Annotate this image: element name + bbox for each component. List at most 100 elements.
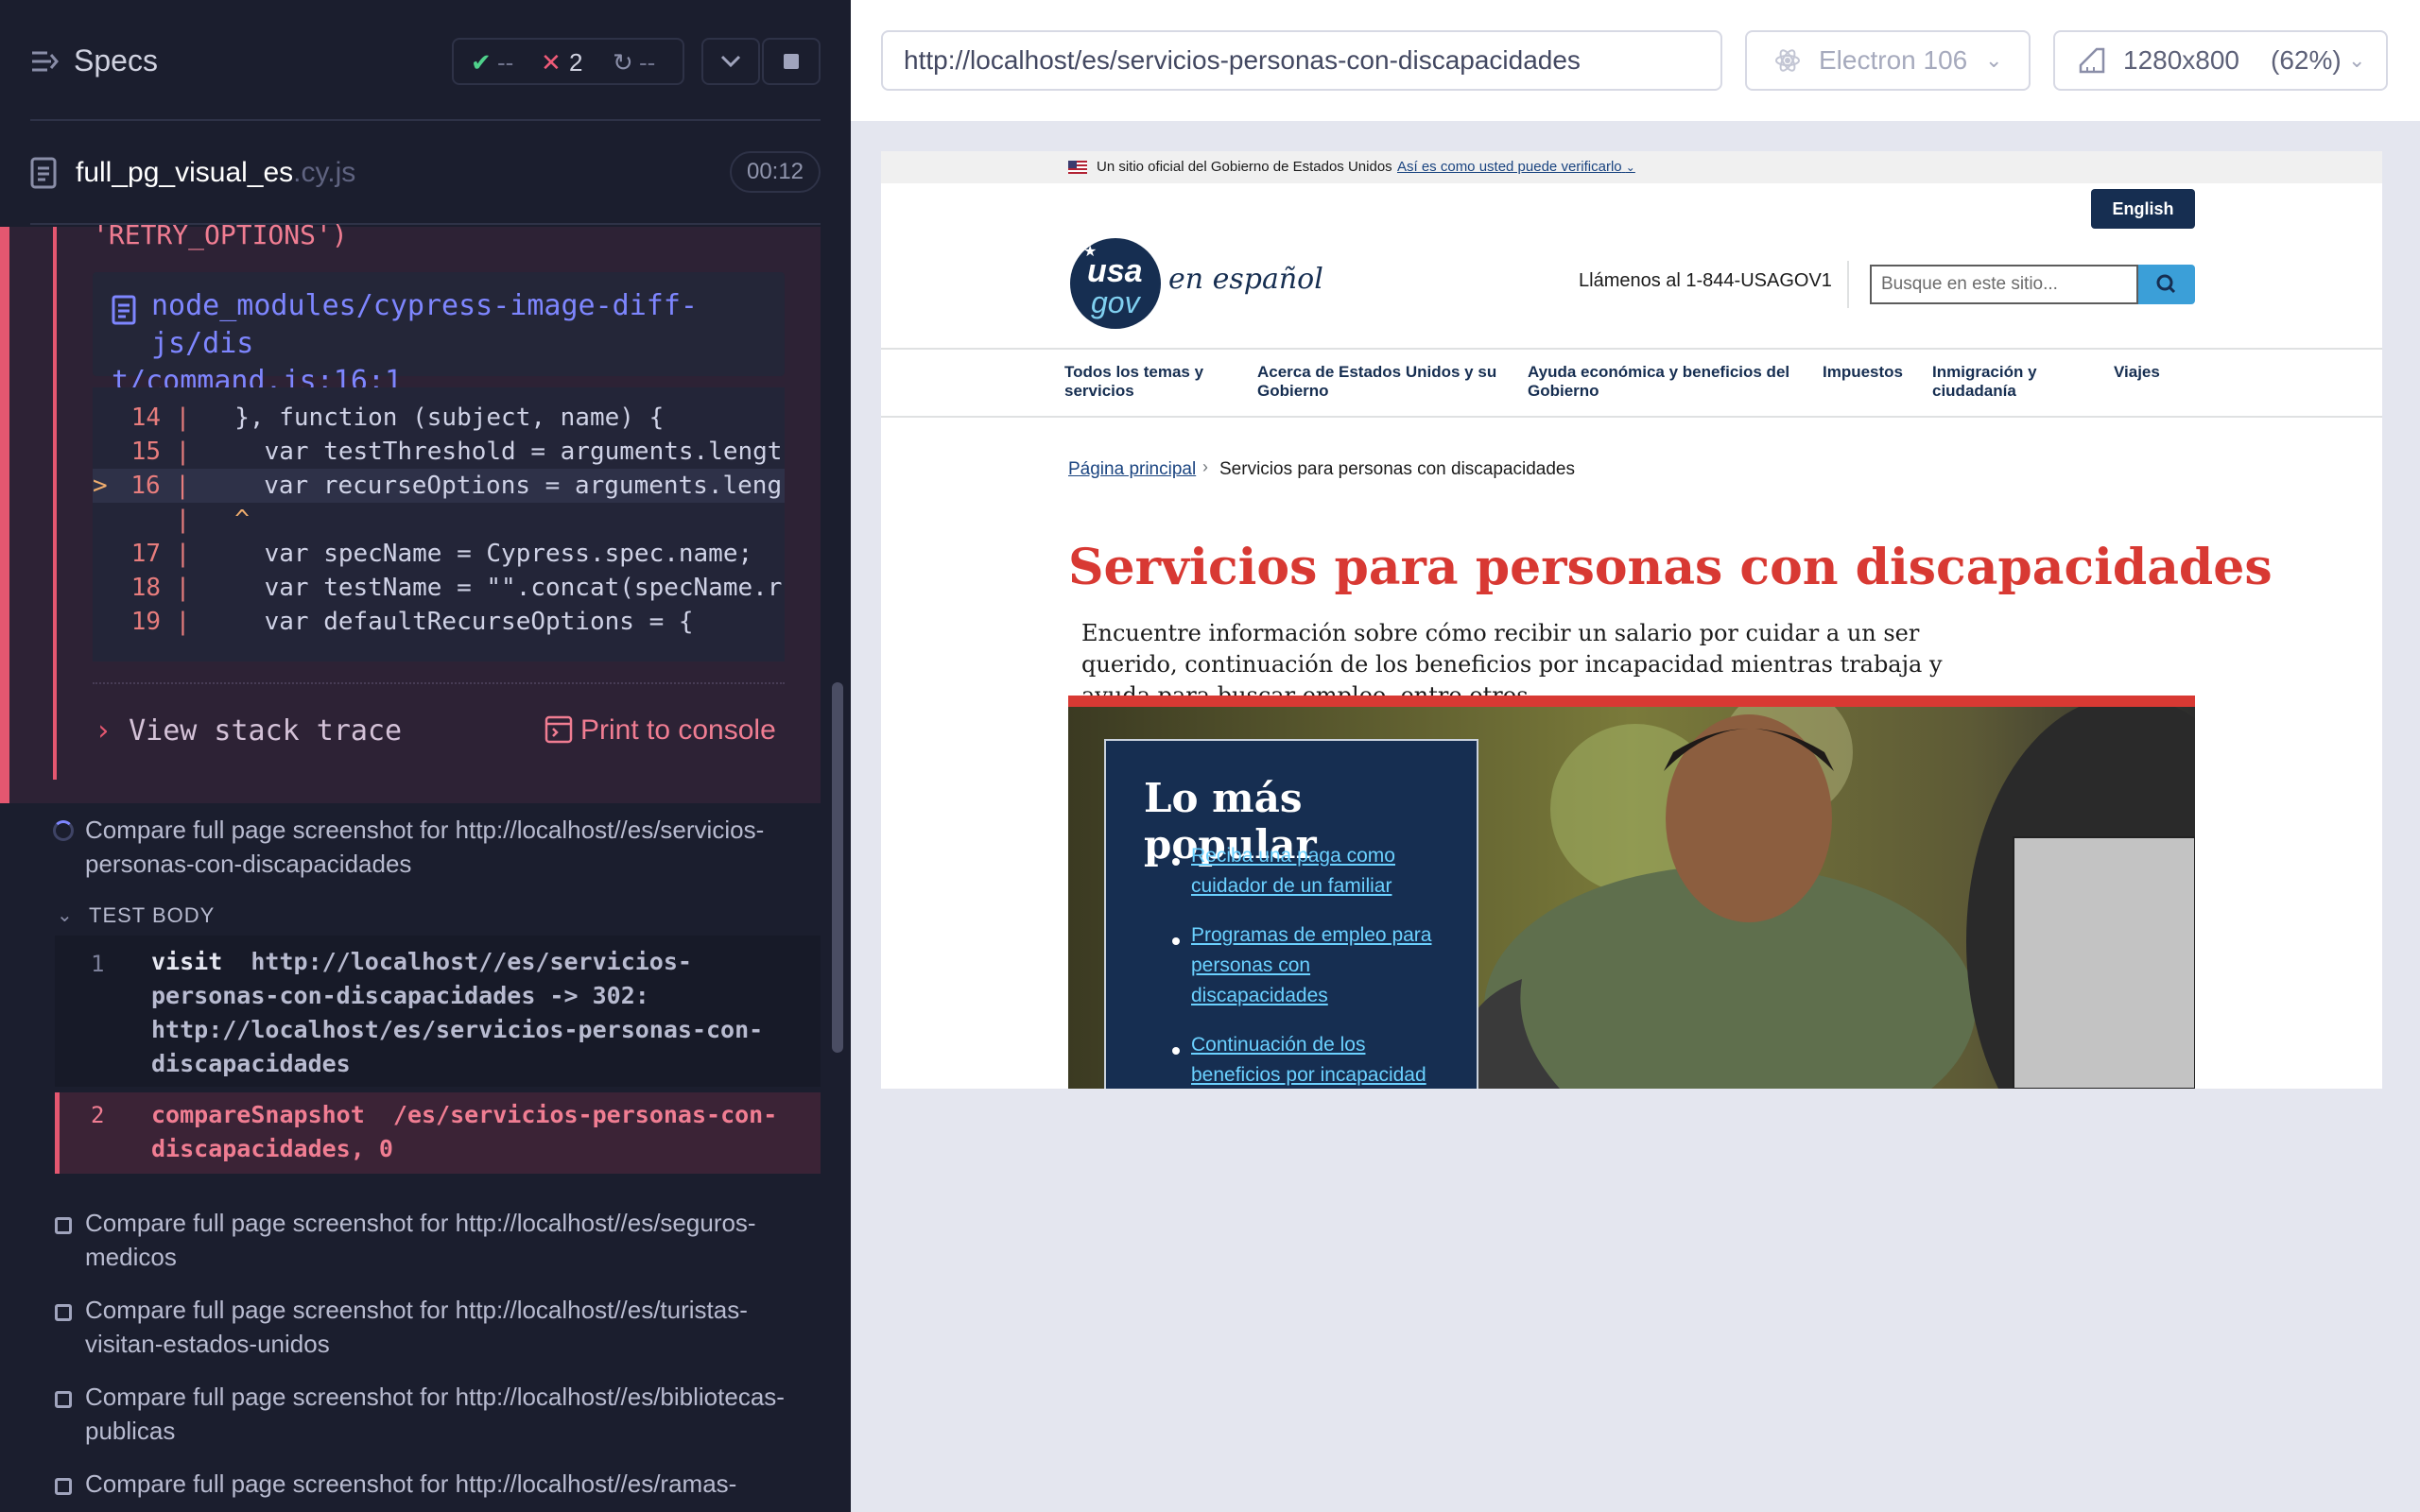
pending-test-icon <box>55 1478 72 1495</box>
chevron-down-icon: ⌄ <box>1985 48 2003 72</box>
popular-link[interactable]: Continuación de los beneficios por incapa… <box>1191 1030 1456 1089</box>
page-intro: Encuentre información sobre cómo recibir… <box>1081 620 1943 696</box>
pending-icon: ↻ <box>613 48 633 77</box>
browser-selector[interactable]: Electron 106 ⌄ <box>1745 30 2031 91</box>
failed-icon: ✕ <box>541 48 562 77</box>
command-number: 2 <box>91 1102 105 1128</box>
failed-count: 2 <box>569 48 583 77</box>
command-name: visit <box>151 948 223 975</box>
file-path-line: node_modules/cypress-image-diff-js/dis <box>151 289 698 360</box>
chevron-down-icon: ⌄ <box>2348 48 2366 72</box>
document-icon <box>30 157 57 189</box>
print-to-console-button[interactable]: Print to console <box>544 714 776 747</box>
specs-label[interactable]: Specs <box>74 43 158 78</box>
divider <box>93 682 785 684</box>
hero-section: Lo más popular Reciba una paga como cuida… <box>1068 696 2195 1089</box>
passed-icon: ✔ <box>471 48 492 77</box>
test-body-label[interactable]: TEST BODY <box>89 903 215 928</box>
specs-list-icon[interactable] <box>30 47 59 76</box>
bullet <box>1172 1047 1180 1055</box>
test-title-pending[interactable]: Compare full page screenshot for http://… <box>85 1380 822 1448</box>
divider <box>1847 261 1849 308</box>
code-line: 18 | var testName = "".concat(specName.r <box>130 574 783 602</box>
failed-test-indicator <box>0 227 9 803</box>
nav-item-inmigracion[interactable]: Inmigración y ciudadanía <box>1932 363 2037 401</box>
gov-banner-link[interactable]: Así es como usted puede verificarlo ⌄ <box>1397 159 1635 175</box>
test-stats: ✔ -- ✕ 2 ↻ -- <box>452 38 684 85</box>
chevron-right-icon: › <box>95 714 112 747</box>
test-title-pending[interactable]: Compare full page screenshot for http://… <box>85 1293 822 1361</box>
code-line: 14 | }, function (subject, name) { <box>130 404 665 432</box>
breadcrumb-home[interactable]: Página principal <box>1068 459 1196 480</box>
pending-test-icon <box>55 1391 72 1408</box>
viewport-scale: (62%) <box>2271 45 2342 75</box>
search-input[interactable]: Busque en este sitio... <box>1870 265 2138 304</box>
command-text: compareSnapshot /es/servicios-personas-c… <box>151 1098 804 1166</box>
chevron-right-icon: › <box>1202 457 1208 476</box>
code-line-caret: | ^ <box>161 506 250 534</box>
bullet <box>1172 937 1180 945</box>
breadcrumb-current: Servicios para personas con discapacidad… <box>1219 459 1575 479</box>
test-title-running[interactable]: Compare full page screenshot for http://… <box>85 813 822 881</box>
viewport-size: 1280x800 <box>2123 45 2240 75</box>
search-button[interactable] <box>2138 265 2195 304</box>
code-line: 17 | var specName = Cypress.spec.name; <box>130 540 753 568</box>
stop-icon <box>784 54 799 69</box>
viewport-selector[interactable]: 1280x800 (62%) ⌄ <box>2053 30 2388 91</box>
bullet <box>1172 858 1180 866</box>
popular-link[interactable]: Reciba una paga como cuidador de un famil… <box>1191 841 1456 902</box>
star-icon: ★ <box>1083 244 1098 260</box>
failed-command-indicator <box>55 1092 60 1174</box>
code-frame-file-path[interactable]: node_modules/cypress-image-diff-js/dis t/… <box>112 287 764 401</box>
language-toggle-button[interactable]: English <box>2091 189 2195 229</box>
command-text: visit http://localhost//es/servicios-per… <box>151 945 804 1081</box>
phone-number[interactable]: Llámenos al 1-844-USAGOV1 <box>1579 270 1832 292</box>
passed-count: -- <box>497 48 514 77</box>
chevron-down-icon[interactable]: ⌄ <box>57 903 73 927</box>
logo-tagline: en español <box>1168 263 1323 296</box>
spec-file-name[interactable]: full_pg_visual_es.cy.js <box>76 157 355 189</box>
url-bar[interactable]: http://localhost/es/servicios-personas-c… <box>881 30 1722 91</box>
divider <box>881 416 2382 418</box>
stop-button[interactable] <box>762 38 821 85</box>
nav-item-impuestos[interactable]: Impuestos <box>1823 363 1903 382</box>
gov-banner-text: Un sitio oficial del Gobierno de Estados… <box>1097 159 1392 175</box>
logo-gov-text: gov <box>1091 285 1140 319</box>
spec-file-ext: .cy.js <box>293 157 356 188</box>
code-line: 19 | var defaultRecurseOptions = { <box>130 608 694 636</box>
scrollbar[interactable] <box>832 682 843 1053</box>
nav-item-temas[interactable]: Todos los temas y servicios <box>1064 363 1203 401</box>
most-popular-card: Lo más popular Reciba una paga como cuida… <box>1104 739 1478 1089</box>
nav-item-acerca[interactable]: Acerca de Estados Unidos y su Gobierno <box>1257 363 1496 401</box>
error-border <box>53 227 57 780</box>
terminal-icon <box>544 715 573 744</box>
spec-duration: 00:12 <box>730 151 821 193</box>
nav-item-viajes[interactable]: Viajes <box>2114 363 2160 382</box>
pending-count: -- <box>639 48 656 77</box>
command-log-panel: Specs ✔ -- ✕ 2 ↻ -- full_pg_visual_es.cy… <box>0 0 851 1512</box>
spec-file-basename: full_pg_visual_es <box>76 157 294 188</box>
chevron-down-icon <box>720 55 741 68</box>
command-number: 1 <box>91 951 105 977</box>
code-line-highlighted: >16 | var recurseOptions = arguments.len… <box>93 469 785 503</box>
command-name: compareSnapshot <box>151 1101 365 1128</box>
us-flag-icon <box>1068 161 1087 174</box>
nav-item-ayuda[interactable]: Ayuda económica y beneficios del Gobierno <box>1528 363 1789 401</box>
command-message: http://localhost//es/servicios-personas-… <box>151 948 764 1077</box>
page-title: Servicios para personas con discapacidad… <box>1068 539 2273 596</box>
pending-test-icon <box>55 1304 72 1321</box>
browser-name: Electron 106 <box>1819 45 1968 75</box>
ruler-icon <box>2079 47 2105 74</box>
chevron-down-icon: ⌄ <box>1625 161 1635 174</box>
code-line: 15 | var testThreshold = arguments.lengt <box>130 438 783 466</box>
search-icon <box>2156 274 2176 294</box>
running-spinner-icon <box>53 820 74 841</box>
expand-collapse-button[interactable] <box>701 38 760 85</box>
app-under-test-frame: Un sitio oficial del Gobierno de Estados… <box>881 151 2382 1089</box>
test-title-pending[interactable]: Compare full page screenshot for http://… <box>85 1206 822 1274</box>
view-stack-trace-button[interactable]: › View stack trace <box>95 714 402 747</box>
test-title-pending[interactable]: Compare full page screenshot for http://… <box>85 1467 822 1501</box>
popular-link[interactable]: Programas de empleo para personas con disc… <box>1191 920 1456 1011</box>
electron-icon <box>1775 49 1800 72</box>
divider <box>881 348 2382 350</box>
